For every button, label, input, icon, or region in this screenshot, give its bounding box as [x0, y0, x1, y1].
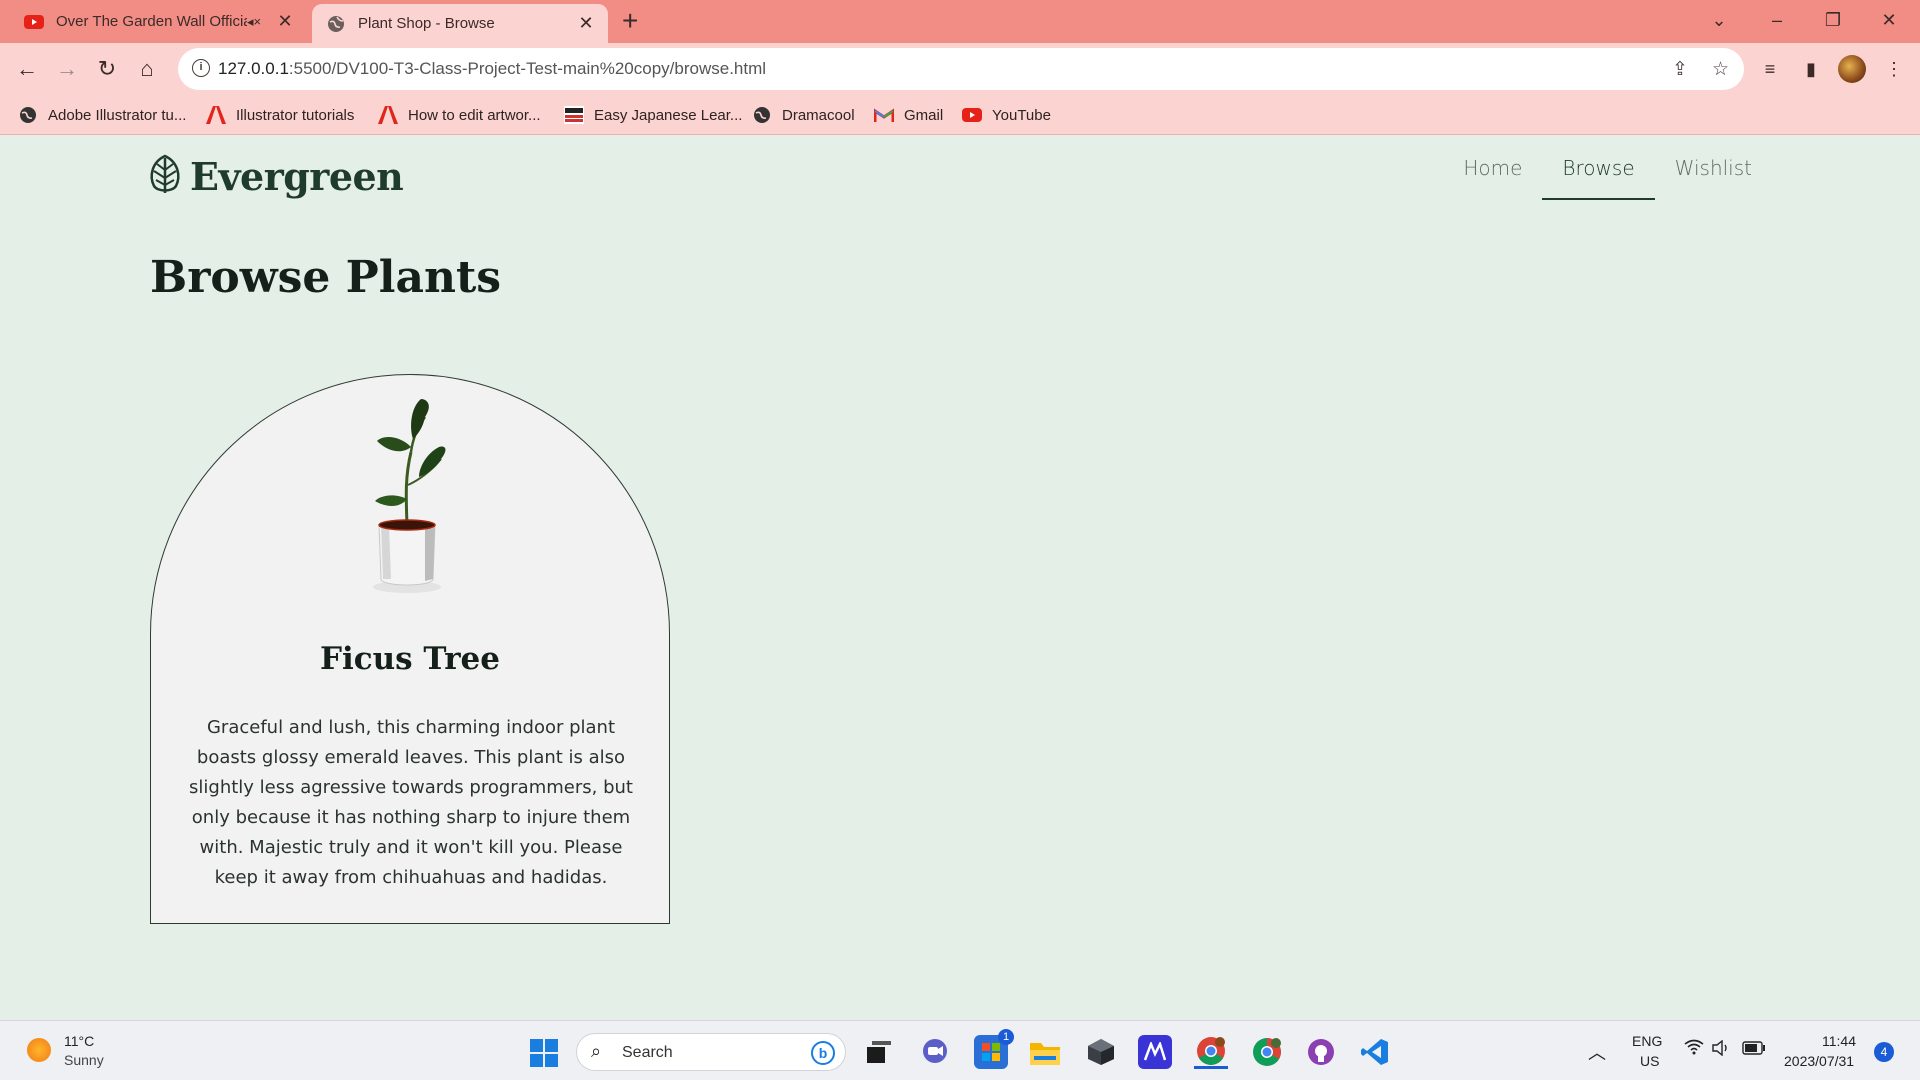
task-view-icon[interactable]	[862, 1035, 896, 1069]
vscode-icon[interactable]	[1358, 1035, 1392, 1069]
brand-name: Evergreen	[190, 154, 404, 199]
wifi-icon[interactable]	[1684, 1039, 1704, 1060]
chrome-profile-icon[interactable]	[1250, 1035, 1284, 1069]
web-page: Evergreen Home Browse Wishlist Browse Pl…	[0, 136, 1920, 1020]
weather-description[interactable]: Sunny	[64, 1052, 104, 1068]
bing-icon[interactable]: b	[811, 1041, 835, 1065]
product-card[interactable]: Ficus Tree Graceful and lush, this charm…	[150, 374, 670, 924]
reading-list-icon[interactable]: ≡	[1756, 55, 1784, 83]
windows-taskbar: 11°C Sunny ⌕ Search b 1 ︿ ENG US 11:44 2…	[0, 1020, 1920, 1080]
page-title: Browse Plants	[150, 252, 502, 303]
menu-kebab-icon[interactable]: ⋮	[1880, 55, 1908, 83]
bookmark-item[interactable]: Dramacool	[752, 104, 855, 126]
restore-button[interactable]: ❐	[1805, 0, 1861, 43]
globe-icon	[18, 105, 38, 125]
chevron-up-icon[interactable]: ︿	[1588, 1039, 1606, 1065]
bookmark-item[interactable]: Illustrator tutorials	[206, 104, 354, 126]
nav-browse[interactable]: Browse	[1542, 136, 1655, 200]
reload-icon[interactable]: ↻	[91, 53, 123, 85]
new-tab-button[interactable]: +	[622, 5, 638, 37]
bookmark-item[interactable]: Easy Japanese Lear...	[564, 104, 742, 126]
gmail-icon	[874, 105, 894, 125]
store-badge: 1	[998, 1029, 1014, 1045]
globe-icon	[326, 14, 346, 34]
back-arrow-icon[interactable]: ←	[11, 53, 43, 85]
search-placeholder: Search	[622, 1044, 673, 1061]
address-bar[interactable]: i 127.0.0.1:5500/DV100-T3-Class-Project-…	[178, 48, 1744, 90]
close-tab-icon[interactable]: ✕	[574, 13, 598, 34]
home-icon[interactable]: ⌂	[131, 53, 163, 85]
clock-time[interactable]: 11:44	[1822, 1033, 1856, 1049]
github-icon[interactable]	[1304, 1035, 1338, 1069]
language-indicator[interactable]: ENG	[1632, 1033, 1662, 1049]
forward-arrow-icon[interactable]: →	[51, 53, 83, 85]
tab-plant-shop[interactable]: Plant Shop - Browse ✕	[312, 4, 608, 43]
adobe-icon	[378, 105, 398, 125]
leaf-icon	[148, 154, 182, 199]
site-info-icon[interactable]: i	[192, 59, 210, 77]
plant-image	[361, 397, 461, 607]
windows-start-icon[interactable]	[530, 1039, 558, 1067]
region-indicator[interactable]: US	[1640, 1053, 1659, 1069]
taskbar-search[interactable]: ⌕ Search b	[576, 1033, 846, 1071]
search-icon: ⌕	[591, 1041, 602, 1061]
weather-temperature[interactable]: 11°C	[64, 1033, 94, 1049]
bookmark-item[interactable]: How to edit artwor...	[378, 104, 541, 126]
product-name: Ficus Tree	[319, 641, 501, 677]
share-icon[interactable]: ⇪	[1672, 58, 1688, 81]
close-window-button[interactable]: ✕	[1861, 0, 1917, 43]
adobe-icon	[206, 105, 226, 125]
clock-date[interactable]: 2023/07/31	[1784, 1053, 1854, 1069]
tab-title: Over The Garden Wall Officia	[56, 13, 247, 30]
url-text[interactable]: 127.0.0.1:5500/DV100-T3-Class-Project-Te…	[218, 59, 766, 79]
app-m-icon[interactable]	[1138, 1035, 1172, 1069]
bookmark-item[interactable]: Gmail	[874, 104, 943, 126]
notification-badge[interactable]: 4	[1874, 1042, 1894, 1062]
tab-youtube[interactable]: Over The Garden Wall Officia ◂× ✕	[12, 0, 307, 43]
bookmarks-bar: Adobe Illustrator tu... Illustrator tuto…	[0, 95, 1920, 135]
profile-avatar[interactable]	[1838, 55, 1866, 83]
close-tab-icon[interactable]: ✕	[273, 11, 297, 32]
tab-strip: Over The Garden Wall Officia ◂× ✕ Plant …	[0, 0, 1920, 43]
brand-logo[interactable]: Evergreen	[148, 154, 404, 199]
sun-icon[interactable]	[27, 1038, 51, 1062]
chrome-icon[interactable]	[1194, 1035, 1228, 1069]
app-cube-icon[interactable]	[1084, 1035, 1118, 1069]
youtube-icon	[24, 12, 44, 32]
volume-icon[interactable]	[1712, 1039, 1732, 1059]
bookmark-item[interactable]: YouTube	[962, 104, 1051, 126]
tab-title: Plant Shop - Browse	[358, 15, 495, 32]
product-description: Graceful and lush, this charming indoor …	[189, 717, 633, 888]
tab-search-chevron-icon[interactable]: ⌄	[1691, 0, 1747, 43]
file-explorer-icon[interactable]	[1028, 1035, 1062, 1069]
minimize-button[interactable]: –	[1749, 0, 1805, 43]
side-panel-icon[interactable]: ▮	[1797, 55, 1825, 83]
microsoft-store-icon[interactable]: 1	[974, 1029, 1014, 1069]
youtube-icon	[962, 105, 982, 125]
nav-home[interactable]: Home	[1443, 136, 1542, 200]
speaker-muted-icon[interactable]: ◂×	[247, 14, 269, 30]
battery-icon[interactable]	[1742, 1041, 1766, 1058]
nav-wishlist[interactable]: Wishlist	[1655, 136, 1772, 200]
chat-icon[interactable]	[918, 1035, 952, 1069]
globe-icon	[752, 105, 772, 125]
browser-toolbar: ← → ↻ ⌂ i 127.0.0.1:5500/DV100-T3-Class-…	[0, 43, 1920, 95]
bookmark-item[interactable]: Adobe Illustrator tu...	[18, 104, 186, 126]
nhk-icon	[564, 105, 584, 125]
bookmark-star-icon[interactable]: ☆	[1712, 58, 1729, 81]
main-nav: Home Browse Wishlist	[1443, 136, 1772, 200]
